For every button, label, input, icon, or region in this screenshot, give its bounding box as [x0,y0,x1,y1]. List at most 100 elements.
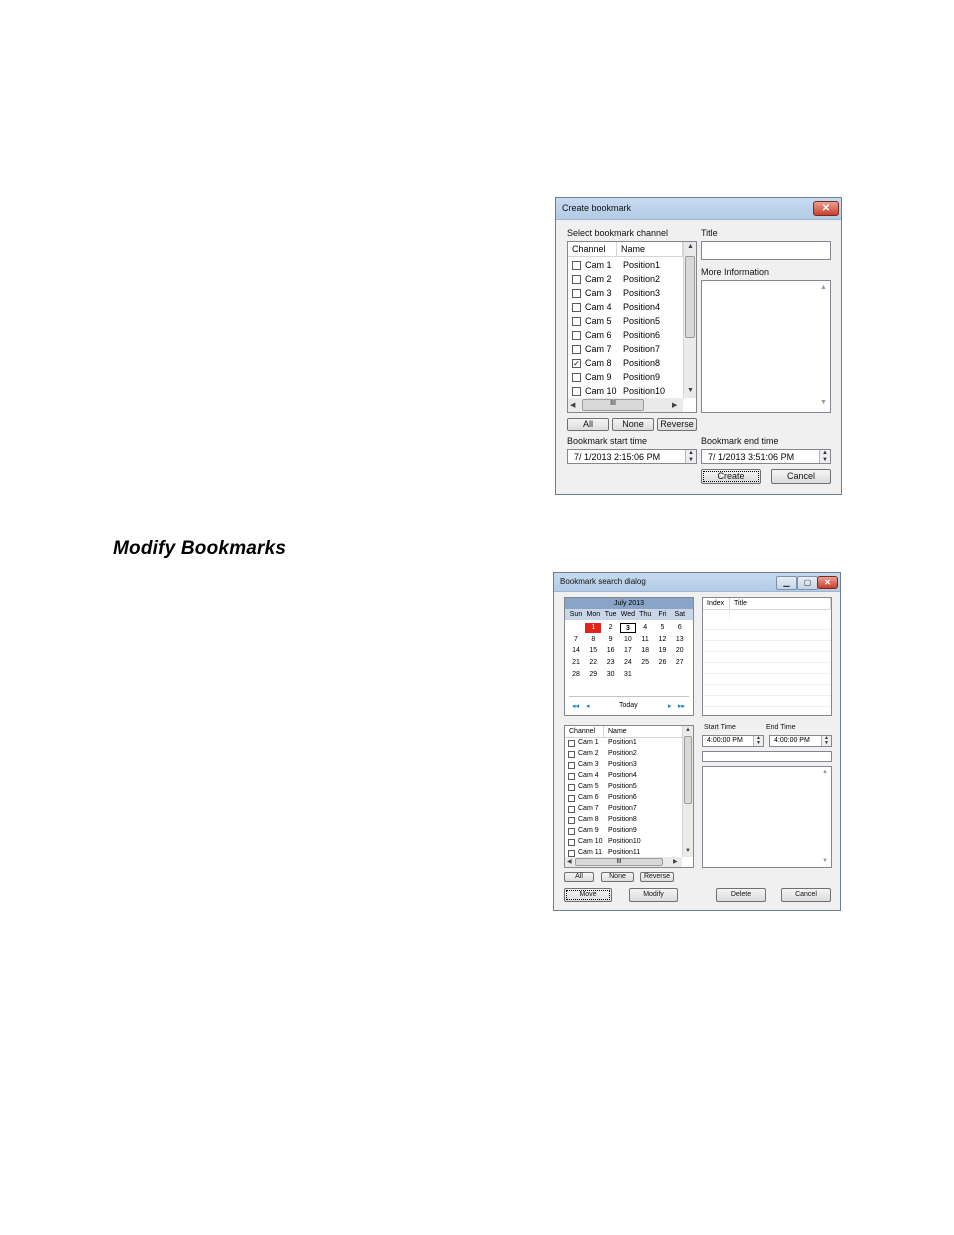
list-item[interactable]: Cam 4 Position4 [568,300,681,314]
calendar-day[interactable]: 3 [619,623,636,633]
list-item[interactable]: Cam 1 Position1 [568,258,681,272]
next-month-icon[interactable]: ▸ [668,702,672,710]
channel-checkbox[interactable] [568,751,575,758]
scroll-right-icon[interactable]: ▶ [673,858,678,865]
move-button[interactable]: Move [564,888,612,902]
channel-checkbox[interactable] [568,740,575,747]
channel-checkbox[interactable] [568,828,575,835]
channel-checkbox[interactable] [568,773,575,780]
next-year-icon[interactable]: ▸▸ [678,702,685,710]
list-item[interactable]: Cam 5 Position5 [565,782,680,793]
list-item[interactable]: Cam 6 Position6 [568,328,681,342]
list-item[interactable]: Cam 5 Position5 [568,314,681,328]
cancel-button[interactable]: Cancel [781,888,831,902]
prev-year-icon[interactable]: ◂◂ [572,702,579,710]
scroll-right-icon[interactable]: ▶ [672,401,677,409]
calendar-day[interactable]: 27 [672,658,688,668]
calendar-day[interactable]: 6 [672,623,688,633]
calendar-day[interactable]: 2 [603,623,619,633]
list-item[interactable]: ✓ Cam 8 Position8 [568,356,681,370]
column-header-channel[interactable]: Channel [568,242,617,256]
channel-checkbox[interactable] [572,261,581,270]
channel-checkbox[interactable] [568,817,575,824]
calendar-day[interactable]: 10 [620,635,636,645]
end-time-picker[interactable]: 7/ 1/2013 3:51:06 PM ▲ ▼ [701,449,831,464]
calendar-day[interactable]: 9 [603,635,619,645]
scroll-down-icon[interactable]: ▼ [822,858,828,864]
start-time-spinner[interactable]: ▲ ▼ [685,450,696,463]
list-item[interactable]: Cam 8 Position8 [565,815,680,826]
select-all-button[interactable]: All [564,872,594,882]
list-item[interactable]: Cam 6 Position6 [565,793,680,804]
calendar-day[interactable]: 8 [585,635,601,645]
scroll-up-icon[interactable]: ▲ [820,284,827,291]
scroll-up-icon[interactable]: ▲ [685,727,691,733]
channel-checkbox[interactable] [572,387,581,396]
delete-button[interactable]: Delete [716,888,766,902]
hscroll-thumb[interactable]: III [582,399,644,411]
channel-checkbox[interactable] [572,275,581,284]
bookmark-list[interactable]: Index Title [702,597,832,716]
hscroll-thumb[interactable]: III [575,858,663,866]
calendar-day[interactable]: 19 [655,646,671,656]
calendar-day[interactable]: 4 [637,623,653,633]
title-input[interactable] [701,241,831,260]
channel-checkbox[interactable] [572,303,581,312]
bookmark-title-field[interactable] [702,751,832,762]
calendar-day[interactable]: 21 [568,658,584,668]
calendar-day[interactable]: 24 [620,658,636,668]
today-link[interactable]: Today [619,702,638,709]
month-calendar[interactable]: July 2013 Sun Mon Tue Wed Thu Fri Sat 12345678… [564,597,694,716]
calendar-day[interactable]: 7 [568,635,584,645]
channel-checkbox[interactable] [568,806,575,813]
channel-list-vscroll[interactable]: ▲ ▼ [683,242,696,398]
calendar-day[interactable]: 18 [637,646,653,656]
column-header-name[interactable]: Name [604,726,684,737]
list-item[interactable]: Cam 7 Position7 [565,804,680,815]
calendar-day[interactable]: 16 [603,646,619,656]
more-info-textarea[interactable]: ▲ ▼ [701,280,831,413]
channel-checkbox[interactable] [572,373,581,382]
list-item[interactable]: Cam 1 Position1 [565,738,680,749]
list-item[interactable]: Cam 3 Position3 [568,286,681,300]
channel-checkbox[interactable] [568,839,575,846]
calendar-day[interactable]: 25 [637,658,653,668]
calendar-day[interactable]: 29 [585,670,601,680]
channel-checkbox[interactable] [568,762,575,769]
create-button[interactable]: Create [701,469,761,484]
select-none-button[interactable]: None [601,872,634,882]
list-item[interactable]: Cam 2 Position2 [565,749,680,760]
column-header-channel[interactable]: Channel [565,726,604,737]
select-reverse-button[interactable]: Reverse [640,872,674,882]
calendar-day[interactable]: 22 [585,658,601,668]
channel-list-hscroll[interactable]: ◀ III ▶ [565,857,682,867]
calendar-day[interactable]: 31 [620,670,636,680]
calendar-month-title[interactable]: July 2013 [565,598,693,609]
scroll-down-icon[interactable]: ▼ [685,848,691,854]
list-item[interactable]: Cam 4 Position4 [565,771,680,782]
minimize-icon[interactable]: ▁ [776,576,797,590]
calendar-day[interactable]: 14 [568,646,584,656]
calendar-day[interactable]: 28 [568,670,584,680]
scroll-down-icon[interactable]: ▼ [687,387,694,394]
column-header-index[interactable]: Index [703,598,730,609]
calendar-day[interactable]: 11 [637,635,653,645]
list-item[interactable]: Cam 9 Position9 [568,370,681,384]
channel-checkbox[interactable] [572,345,581,354]
calendar-day[interactable]: 30 [603,670,619,680]
scroll-down-icon[interactable]: ▼ [820,399,827,406]
scroll-left-icon[interactable]: ◀ [570,401,575,409]
cancel-button[interactable]: Cancel [771,469,831,484]
modify-button[interactable]: Modify [629,888,678,902]
list-item[interactable]: Cam 10 Position10 [568,384,681,398]
scroll-left-icon[interactable]: ◀ [567,858,572,865]
column-header-title[interactable]: Title [730,598,831,609]
list-item[interactable]: Cam 10 Position10 [565,837,680,848]
list-item[interactable]: Cam 9 Position9 [565,826,680,837]
end-time-spinner[interactable]: ▲ ▼ [821,736,831,746]
scroll-thumb[interactable] [684,736,692,804]
list-item[interactable]: Cam 7 Position7 [568,342,681,356]
calendar-day[interactable]: 23 [603,658,619,668]
channel-list-hscroll[interactable]: ◀ III ▶ [568,398,683,412]
select-all-button[interactable]: All [567,418,609,431]
